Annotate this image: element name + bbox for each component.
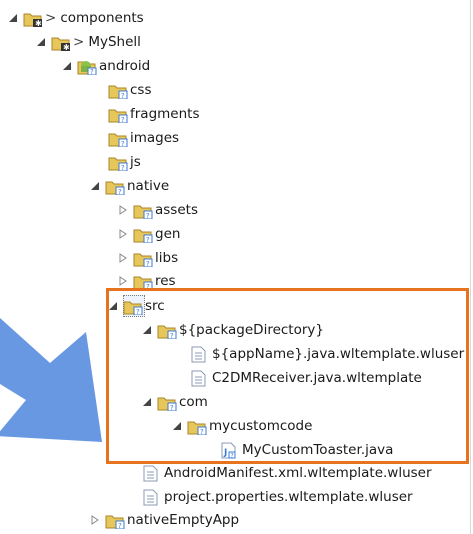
svg-text:✱: ✱ xyxy=(63,43,70,51)
tree-row-project-properties[interactable]: project.properties.wltemplate.wluser xyxy=(142,486,413,508)
pointer-arrow-icon xyxy=(0,318,102,442)
expanded-triangle-icon[interactable] xyxy=(36,36,46,48)
tree-label: nativeEmptyApp xyxy=(127,512,240,528)
svg-text:?: ? xyxy=(118,522,122,529)
tree-row-android[interactable]: ? android xyxy=(62,55,150,77)
project-folder-icon: ✱ xyxy=(51,34,70,51)
folder-unknown-icon: ? xyxy=(133,226,153,243)
tree-label: images xyxy=(130,130,180,146)
tree-label: AndroidManifest.xml.wltemplate.wluser xyxy=(164,465,432,481)
tree-prefix: > xyxy=(73,34,85,50)
tree-label: libs xyxy=(155,250,179,266)
tree-row-fragments[interactable]: ? fragments xyxy=(108,103,199,125)
collapsed-triangle-icon[interactable] xyxy=(118,275,128,287)
tree-label: android xyxy=(99,58,151,74)
text-file-icon xyxy=(142,465,160,482)
svg-text:?: ? xyxy=(90,68,94,75)
tree-row-components[interactable]: ✱ > components xyxy=(8,7,144,29)
tree-row-images[interactable]: ? images xyxy=(108,127,179,149)
tree-label: fragments xyxy=(130,106,200,122)
tree-row-myshell[interactable]: ✱ > MyShell xyxy=(36,31,141,53)
tree-row-native[interactable]: ? native xyxy=(90,175,169,197)
folder-unknown-icon: ? xyxy=(108,130,128,147)
expanded-triangle-icon[interactable] xyxy=(90,180,100,192)
tree-label: css xyxy=(130,82,152,98)
svg-text:?: ? xyxy=(121,92,125,99)
tree-row-assets[interactable]: ? assets xyxy=(118,199,198,221)
tree-label: assets xyxy=(155,202,198,218)
tree-label: js xyxy=(130,154,141,170)
tree-label: native xyxy=(127,178,170,194)
folder-unknown-icon: ? xyxy=(108,106,128,123)
folder-unknown-icon: ? xyxy=(105,512,125,529)
svg-text:✱: ✱ xyxy=(35,19,42,27)
tree-label: gen xyxy=(155,226,181,242)
tree-row-libs[interactable]: ? libs xyxy=(118,247,178,269)
svg-text:?: ? xyxy=(146,260,150,267)
svg-text:?: ? xyxy=(146,236,150,243)
folder-unknown-icon: ? xyxy=(133,250,153,267)
panel-divider xyxy=(470,0,471,534)
text-file-icon xyxy=(142,489,160,506)
tree-row-gen[interactable]: ? gen xyxy=(118,223,180,245)
collapsed-triangle-icon[interactable] xyxy=(90,514,100,526)
expanded-triangle-icon[interactable] xyxy=(62,60,72,72)
expanded-triangle-icon[interactable] xyxy=(8,12,18,24)
android-folder-icon: ? xyxy=(77,58,97,75)
project-folder-icon: ✱ xyxy=(23,10,42,27)
tree-row-js[interactable]: ? js xyxy=(108,151,141,173)
svg-text:?: ? xyxy=(121,116,125,123)
tree-label: components xyxy=(60,10,144,26)
folder-unknown-icon: ? xyxy=(108,154,128,171)
tree-row-androidmanifest[interactable]: AndroidManifest.xml.wltemplate.wluser xyxy=(142,462,432,484)
collapsed-triangle-icon[interactable] xyxy=(118,252,128,264)
svg-text:?: ? xyxy=(121,140,125,147)
tree-label: MyShell xyxy=(88,34,141,50)
tree-prefix: > xyxy=(45,10,57,26)
collapsed-triangle-icon[interactable] xyxy=(118,228,128,240)
folder-unknown-icon: ? xyxy=(108,82,128,99)
folder-unknown-icon: ? xyxy=(105,178,125,195)
folder-unknown-icon: ? xyxy=(133,202,153,219)
svg-text:?: ? xyxy=(121,164,125,171)
tree-row-nativeemptyapp[interactable]: ? nativeEmptyApp xyxy=(90,509,239,531)
svg-text:?: ? xyxy=(118,188,122,195)
folder-unknown-icon: ? xyxy=(133,273,153,290)
highlight-box xyxy=(106,288,469,464)
svg-text:?: ? xyxy=(146,212,150,219)
tree-label: project.properties.wltemplate.wluser xyxy=(164,489,413,505)
collapsed-triangle-icon[interactable] xyxy=(118,204,128,216)
tree-row-css[interactable]: ? css xyxy=(108,79,152,101)
